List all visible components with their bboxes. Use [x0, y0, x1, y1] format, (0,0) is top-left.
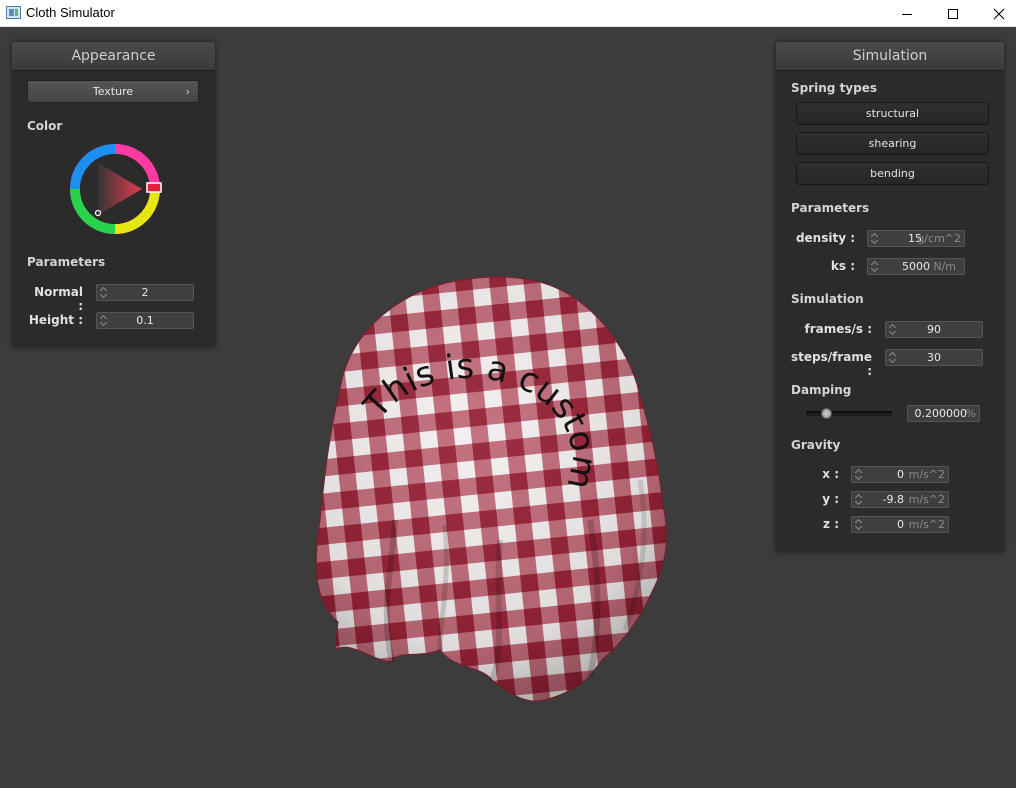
gravity-x-input[interactable]: 0 m/s^2: [851, 466, 949, 483]
color-wheel[interactable]: [68, 143, 164, 239]
color-section-label: Color: [27, 119, 63, 133]
title-bar: Cloth Simulator: [0, 0, 1016, 27]
height-value: 0.1: [136, 314, 154, 327]
frames-per-second-input[interactable]: 90: [885, 321, 983, 338]
gravity-y-value: -9.8: [882, 493, 904, 506]
appearance-panel: Appearance Texture › Color Parameters No…: [12, 42, 215, 347]
gravity-z-input[interactable]: 0 m/s^2: [851, 516, 949, 533]
spinner-icon[interactable]: [856, 493, 862, 506]
damping-input[interactable]: 0.200000 %: [907, 405, 980, 422]
gravity-x-unit: m/s^2: [908, 468, 945, 481]
gravity-y-unit: m/s^2: [908, 493, 945, 506]
normal-input[interactable]: 2: [96, 284, 194, 301]
gravity-label: Gravity: [791, 438, 841, 452]
window-title: Cloth Simulator: [26, 5, 115, 20]
steps-per-frame-input[interactable]: 30: [885, 349, 983, 366]
spring-types-label: Spring types: [791, 81, 878, 95]
density-input[interactable]: 15 g/cm^2: [867, 230, 965, 247]
frames-per-second-value: 90: [927, 323, 941, 336]
gravity-z-value: 0: [897, 518, 904, 531]
simulation-parameters-label: Parameters: [791, 201, 870, 215]
close-button[interactable]: [976, 0, 1016, 27]
height-input[interactable]: 0.1: [96, 312, 194, 329]
simulation-panel: Simulation Spring types structural shear…: [776, 42, 1004, 552]
bending-toggle-button[interactable]: bending: [796, 162, 989, 185]
texture-popup-button[interactable]: Texture ›: [27, 80, 199, 103]
normal-label: Normal :: [34, 285, 83, 313]
structural-toggle-button[interactable]: structural: [796, 102, 989, 125]
frames-per-second-label: frames/s :: [804, 322, 872, 336]
minimize-button[interactable]: [884, 0, 930, 27]
damping-label: Damping: [791, 383, 852, 397]
ks-input[interactable]: 5000 N/m: [867, 258, 965, 275]
spinner-icon[interactable]: [872, 232, 878, 245]
normal-value: 2: [141, 286, 149, 299]
app-icon: [6, 6, 21, 19]
spinner-icon[interactable]: [872, 260, 878, 273]
steps-per-frame-value: 30: [927, 351, 941, 364]
appearance-parameters-label: Parameters: [27, 255, 106, 269]
maximize-icon: [948, 8, 958, 19]
simulation-panel-title: Simulation: [776, 42, 1004, 71]
gravity-x-label: x :: [822, 467, 839, 481]
ks-label: ks :: [830, 259, 855, 273]
hue-marker[interactable]: [146, 182, 162, 193]
density-unit: g/cm^2: [917, 232, 961, 245]
spinner-icon[interactable]: [856, 468, 862, 481]
damping-slider-track[interactable]: [806, 408, 892, 419]
density-label: density :: [795, 231, 855, 245]
ks-unit: N/m: [933, 260, 956, 273]
gravity-y-input[interactable]: -9.8 m/s^2: [851, 491, 949, 508]
damping-value: 0.200000: [914, 407, 968, 420]
appearance-panel-title: Appearance: [12, 42, 215, 71]
shearing-toggle-button[interactable]: shearing: [796, 132, 989, 155]
texture-popup-label: Texture: [92, 85, 134, 98]
gravity-y-label: y :: [822, 492, 839, 506]
minimize-icon: [902, 13, 912, 15]
gravity-z-label: z :: [823, 517, 839, 531]
ks-value: 5000: [902, 260, 930, 273]
close-icon: [993, 8, 1005, 19]
spinner-icon[interactable]: [856, 518, 862, 531]
gravity-x-value: 0: [897, 468, 904, 481]
height-label: Height :: [28, 313, 83, 327]
damping-unit: %: [965, 407, 976, 420]
chevron-right-icon: ›: [185, 85, 190, 98]
steps-per-frame-label: steps/frame :: [791, 350, 873, 378]
gravity-z-unit: m/s^2: [908, 518, 945, 531]
maximize-button[interactable]: [930, 0, 976, 27]
simulation-section-label: Simulation: [791, 292, 864, 306]
damping-slider-thumb[interactable]: [821, 408, 832, 419]
